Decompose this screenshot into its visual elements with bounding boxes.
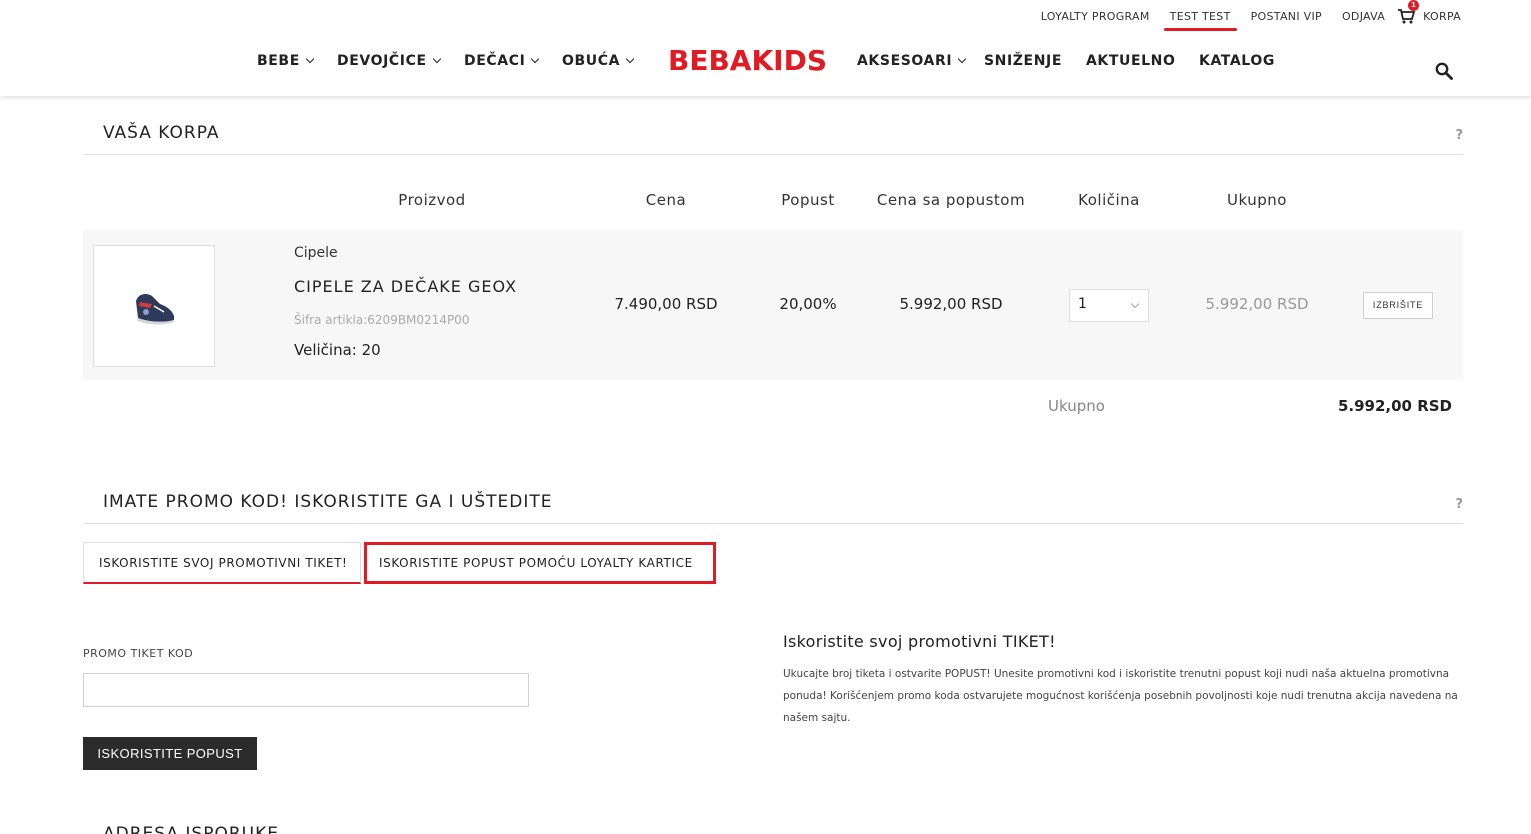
chevron-down-icon — [957, 54, 967, 64]
product-sku: Šifra artikla:6209BM0214P00 — [294, 313, 470, 327]
chevron-down-icon — [305, 54, 315, 64]
column-header-discount: Popust — [781, 191, 835, 209]
apply-discount-button[interactable]: ISKORISTITE POPUST — [83, 737, 257, 770]
promo-title: IMATE PROMO KOD! ISKORISTITE GA I UŠTEDI… — [103, 492, 553, 512]
product-image[interactable] — [93, 245, 215, 367]
search-icon[interactable] — [1435, 62, 1453, 80]
cart-total-label: Ukupno — [1048, 397, 1105, 415]
item-total: 5.992,00 RSD — [1205, 295, 1309, 313]
become-vip-link[interactable]: POSTANI VIP — [1251, 10, 1322, 23]
cart-title: VAŠA KORPA — [103, 123, 220, 143]
promo-code-label: PROMO TIKET KOD — [83, 647, 194, 660]
nav-label: AKSESOARI — [857, 53, 953, 69]
nav-item-bebe[interactable]: BEBE — [257, 53, 315, 69]
nav-label: KATALOG — [1199, 53, 1275, 69]
promo-code-input[interactable] — [83, 673, 529, 707]
nav-item-aktuelno[interactable]: AKTUELNO — [1086, 53, 1176, 69]
nav-label: OBUĆA — [562, 53, 621, 69]
item-price: 7.490,00 RSD — [614, 295, 718, 313]
cart-section-header: VAŠA KORPA ? — [83, 112, 1463, 155]
tab-promo-ticket[interactable]: ISKORISTITE SVOJ PROMOTIVNI TIKET! — [83, 542, 361, 584]
delivery-address-title: ADRESA ISPORUKE — [103, 824, 279, 834]
nav-label: BEBE — [257, 53, 300, 69]
top-links: LOYALTY PROGRAM TEST TEST POSTANI VIP OD… — [1021, 0, 1461, 31]
promo-section-header: IMATE PROMO KOD! ISKORISTITE GA I UŠTEDI… — [83, 481, 1463, 524]
delete-item-button[interactable]: IZBRIŠITE — [1363, 292, 1433, 319]
logout-link[interactable]: ODJAVA — [1342, 10, 1385, 23]
quantity-value: 1 — [1078, 296, 1087, 312]
main-nav: BEBE DEVOJČICE DEČACI OBUĆA BEBAKIDS AKS… — [0, 44, 1531, 80]
chevron-down-icon — [625, 54, 635, 64]
site-logo[interactable]: BEBAKIDS — [668, 44, 827, 77]
help-icon[interactable]: ? — [1455, 128, 1463, 143]
shoe-icon — [136, 293, 174, 325]
cart-link[interactable]: 1 KORPA — [1397, 0, 1461, 24]
site-header: LOYALTY PROGRAM TEST TEST POSTANI VIP OD… — [0, 0, 1531, 96]
promo-info-title: Iskoristite svoj promotivni TIKET! — [783, 632, 1056, 651]
cart-total-value: 5.992,00 RSD — [1337, 397, 1452, 415]
column-header-quantity: Količina — [1078, 191, 1140, 209]
nav-item-devojcice[interactable]: DEVOJČICE — [337, 53, 441, 69]
product-name[interactable]: CIPELE ZA DEČAKE GEOX — [294, 277, 517, 296]
user-account-link[interactable]: TEST TEST — [1163, 10, 1237, 31]
nav-item-obuca[interactable]: OBUĆA — [562, 53, 635, 69]
product-size: Veličina: 20 — [294, 341, 381, 359]
product-category: Cipele — [294, 245, 338, 261]
promo-info-text: Ukucajte broj tiketa i ostvarite POPUST!… — [783, 668, 1458, 724]
column-header-discounted-price: Cena sa popustom — [876, 191, 1026, 209]
nav-label: DEVOJČICE — [337, 53, 427, 69]
nav-label: SNIŽENJE — [984, 53, 1063, 69]
tab-loyalty-card[interactable]: ISKORISTITE POPUST POMOĆU LOYALTY KARTIC… — [364, 542, 716, 584]
chevron-down-icon — [432, 54, 441, 64]
chevron-down-icon — [531, 54, 540, 64]
cart-count-badge: 1 — [1408, 0, 1420, 11]
cart-icon: 1 — [1397, 0, 1420, 24]
nav-item-snizenje[interactable]: SNIŽENJE — [984, 53, 1062, 69]
column-header-price: Cena — [645, 191, 687, 209]
chevron-down-icon — [1130, 299, 1140, 309]
help-icon[interactable]: ? — [1455, 497, 1463, 512]
item-discounted-price: 5.992,00 RSD — [899, 295, 1003, 313]
column-header-product: Proizvod — [398, 191, 466, 209]
cart-item-row: Cipele CIPELE ZA DEČAKE GEOX Šifra artik… — [83, 230, 1463, 380]
loyalty-program-link[interactable]: LOYALTY PROGRAM — [1041, 10, 1150, 23]
nav-label: AKTUELNO — [1086, 53, 1176, 69]
nav-item-decaci[interactable]: DEČACI — [464, 53, 540, 69]
cart-label: KORPA — [1423, 9, 1461, 23]
quantity-select[interactable]: 1 — [1069, 289, 1149, 322]
nav-item-katalog[interactable]: KATALOG — [1199, 53, 1275, 69]
item-discount: 20,00% — [779, 295, 837, 313]
column-header-total: Ukupno — [1227, 191, 1287, 209]
nav-item-aksesoari[interactable]: AKSESOARI — [857, 53, 967, 69]
nav-label: DEČACI — [464, 53, 526, 69]
